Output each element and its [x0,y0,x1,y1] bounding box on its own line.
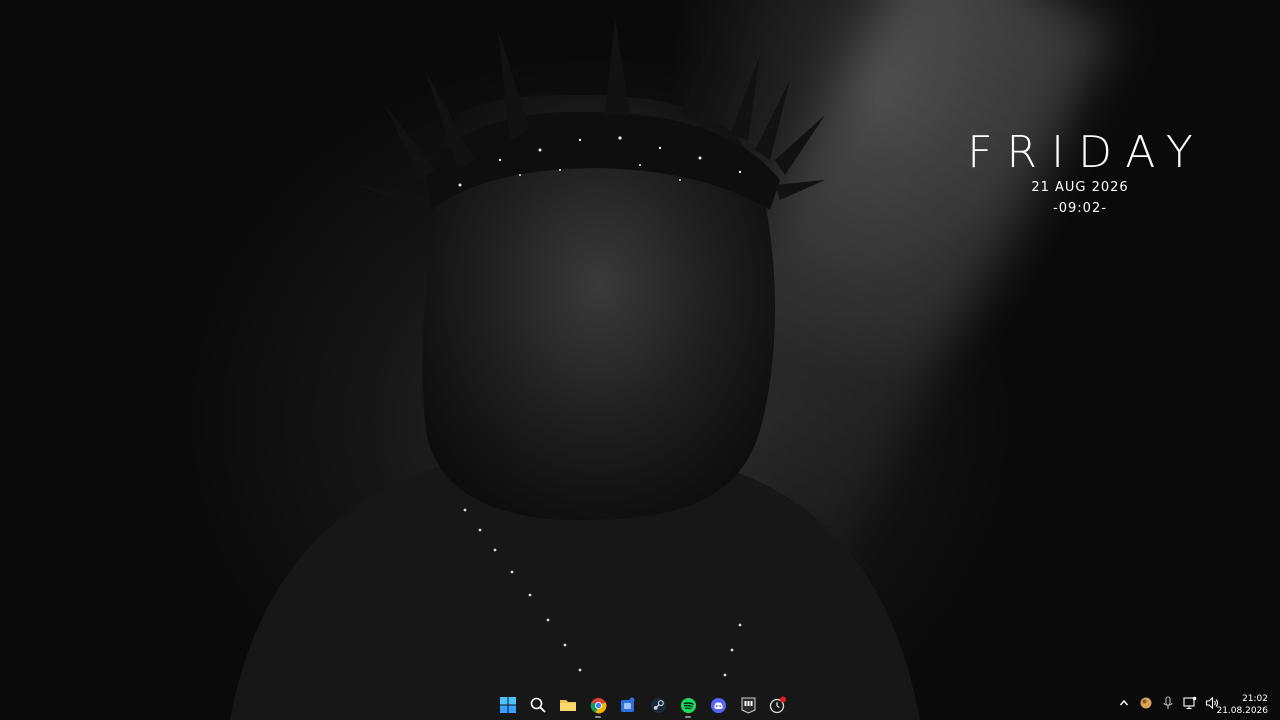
app-button[interactable] [616,693,640,717]
epic-games-button[interactable] [736,693,760,717]
microphone-icon [1163,696,1173,709]
start-button[interactable] [496,693,520,717]
search-button[interactable] [526,693,550,717]
search-icon [530,697,546,713]
clock-widget: FRIDAY 21 AUG 2026 -09:02- [940,127,1220,217]
file-explorer-button[interactable] [556,693,580,717]
discord-button[interactable] [706,693,730,717]
folder-icon [560,700,576,711]
cloud-app-icon [1140,697,1152,709]
spotify-icon [680,697,696,713]
taskbar-apps [496,693,790,718]
widget-time: -09:02- [1053,201,1107,216]
tray-app-icon-button[interactable] [1138,695,1154,711]
desktop: FRIDAY 21 AUG 2026 -09:02- 21:02 21.08.2… [0,0,1280,720]
clock-app-button[interactable] [766,693,790,717]
chrome-button[interactable] [586,693,610,718]
taskbar-date: 21.08.2026 [1216,706,1268,716]
steam-icon [650,697,666,713]
widget-day: FRIDAY [967,127,1207,178]
spotify-button[interactable] [676,693,700,718]
widget-date: 21 AUG 2026 [1031,180,1129,195]
wallpaper-veiled-queen [230,18,920,720]
windows-logo-icon [500,697,516,713]
show-hidden-icons-button[interactable] [1116,695,1132,711]
microphone-button[interactable] [1160,695,1176,711]
running-indicator [685,716,691,718]
notification-badge [780,696,786,703]
taskbar-time: 21:02 [1242,694,1268,704]
taskbar: 21:02 21.08.2026 [0,690,1280,720]
puzzle-icon [621,697,635,712]
network-button[interactable] [1182,695,1198,711]
chrome-icon [590,697,606,713]
stopwatch-icon [769,696,786,714]
system-tray [1116,695,1220,711]
steam-button[interactable] [646,693,670,717]
network-monitor-icon [1183,696,1197,710]
discord-icon [710,697,726,713]
epic-games-icon [741,697,755,714]
taskbar-clock[interactable]: 21:02 21.08.2026 [1216,693,1268,717]
running-indicator [595,716,601,718]
chevron-up-icon [1119,699,1129,706]
